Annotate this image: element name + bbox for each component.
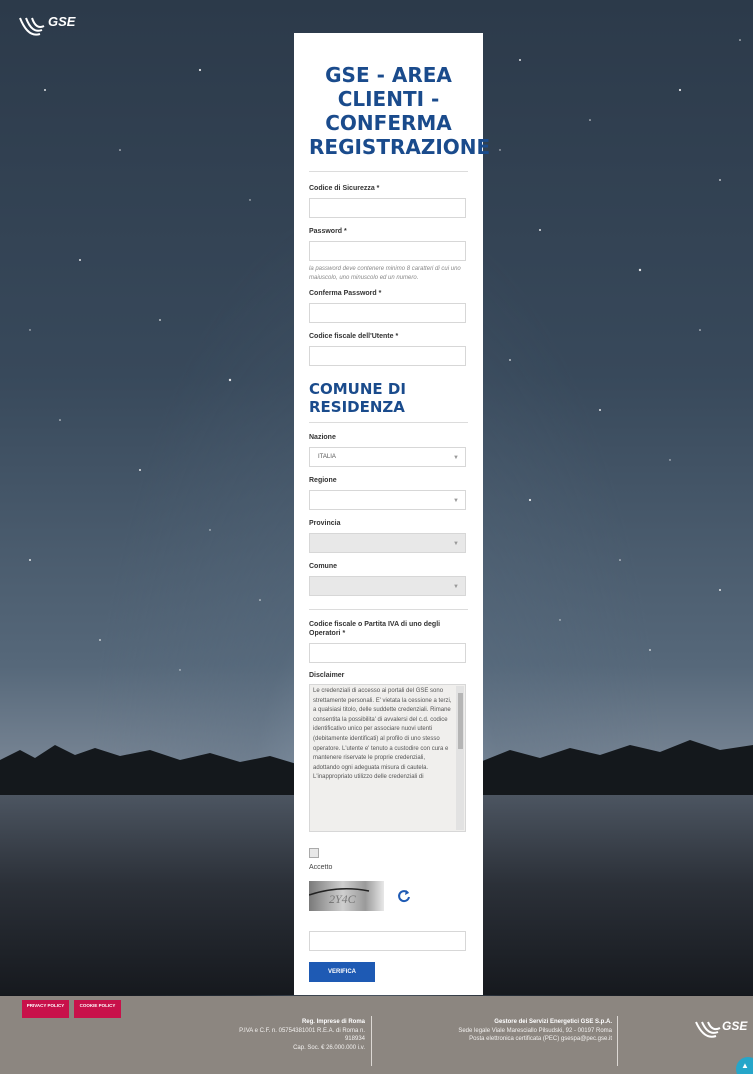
scrollbar-thumb[interactable] bbox=[458, 693, 463, 749]
disclaimer-label: Disclaimer bbox=[309, 672, 345, 679]
comune-select[interactable]: ▼ bbox=[309, 576, 466, 596]
footer: PRIVACY POLICY COOKIE POLICY Reg. Impres… bbox=[0, 996, 753, 1074]
captcha-row: 2Y4C bbox=[309, 881, 468, 911]
codice-fiscale-utente-input[interactable] bbox=[309, 346, 466, 366]
svg-text:GSE: GSE bbox=[48, 14, 76, 29]
codice-fiscale-utente-label: Codice fiscale dell'Utente * bbox=[309, 333, 399, 340]
captcha-image: 2Y4C bbox=[309, 881, 384, 911]
captcha-input[interactable] bbox=[309, 931, 466, 951]
footer-registry-info: Reg. Imprese di Roma P.IVA e C.F. n. 057… bbox=[200, 1018, 365, 1052]
section-comune-di-residenza: COMUNE DI RESIDENZA bbox=[309, 380, 406, 416]
chevron-down-icon: ▼ bbox=[453, 498, 459, 504]
nazione-label: Nazione bbox=[309, 434, 336, 441]
refresh-icon[interactable] bbox=[397, 889, 411, 903]
footer-divider bbox=[371, 1016, 372, 1066]
registration-card: GSE - AREA CLIENTI - CONFERMA REGISTRAZI… bbox=[294, 33, 491, 995]
cookie-policy-button[interactable]: COOKIE POLICY bbox=[74, 1000, 121, 1018]
codice-sicurezza-label: Codice di Sicurezza * bbox=[309, 185, 380, 192]
codice-sicurezza-input[interactable] bbox=[309, 198, 466, 218]
footer-reg-line3: Cap. Soc. € 26.000.000 i.v. bbox=[293, 1044, 365, 1051]
footer-reg-title: Reg. Imprese di Roma bbox=[301, 1019, 365, 1025]
footer-company-title: Gestore dei Servizi Energetici GSE S.p.A… bbox=[494, 1019, 612, 1025]
footer-reg-line2: 918934 bbox=[344, 1036, 365, 1042]
chevron-up-icon: ▲ bbox=[741, 1061, 749, 1070]
verifica-button[interactable]: VERIFICA bbox=[309, 962, 375, 982]
disclaimer-text: Le credenziali di accesso ai portali del… bbox=[313, 688, 452, 781]
privacy-policy-button[interactable]: PRIVACY POLICY bbox=[22, 1000, 69, 1018]
svg-text:GSE: GSE bbox=[722, 1019, 748, 1033]
password-hint: la password deve contenere minimo 8 cara… bbox=[309, 266, 461, 281]
nazione-value: ITALIA bbox=[318, 454, 336, 460]
chevron-down-icon: ▼ bbox=[453, 584, 459, 590]
provincia-label: Provincia bbox=[309, 520, 341, 527]
page-title: GSE - AREA CLIENTI - CONFERMA REGISTRAZI… bbox=[309, 63, 491, 159]
operatori-label: Codice fiscale o Partita IVA di uno degl… bbox=[309, 621, 441, 637]
conferma-password-input[interactable] bbox=[309, 303, 466, 323]
footer-company-line1: Sede legale Viale Maresciallo Pilsudski,… bbox=[458, 1027, 612, 1034]
regione-select[interactable]: ▼ bbox=[309, 490, 466, 510]
password-label: Password * bbox=[309, 228, 347, 235]
nazione-select[interactable]: ITALIA ▼ bbox=[309, 447, 466, 467]
accetto-checkbox[interactable] bbox=[309, 848, 319, 858]
gse-logo: GSE bbox=[695, 1019, 748, 1038]
footer-divider bbox=[617, 1016, 618, 1066]
accetto-label: Accetto bbox=[309, 864, 333, 871]
footer-company-line2: Posta elettronica certificata (PEC) gses… bbox=[469, 1036, 612, 1042]
svg-text:2Y4C: 2Y4C bbox=[329, 892, 357, 906]
password-input[interactable] bbox=[309, 241, 466, 261]
scroll-to-top-button[interactable]: ▲ bbox=[736, 1057, 753, 1074]
divider bbox=[309, 609, 468, 610]
chevron-down-icon: ▼ bbox=[453, 541, 459, 547]
comune-label: Comune bbox=[309, 563, 337, 570]
divider bbox=[309, 171, 468, 172]
disclaimer-textarea[interactable]: Le credenziali di accesso ai portali del… bbox=[309, 684, 466, 832]
chevron-down-icon: ▼ bbox=[453, 455, 459, 461]
footer-reg-line1: P.IVA e C.F. n. 05754381001 R.E.A. di Ro… bbox=[239, 1027, 365, 1034]
operatori-input[interactable] bbox=[309, 643, 466, 663]
regione-label: Regione bbox=[309, 477, 337, 484]
footer-company-info: Gestore dei Servizi Energetici GSE S.p.A… bbox=[400, 1018, 612, 1044]
conferma-password-label: Conferma Password * bbox=[309, 290, 382, 297]
gse-logo: GSE bbox=[19, 14, 76, 36]
divider bbox=[309, 422, 468, 423]
provincia-select[interactable]: ▼ bbox=[309, 533, 466, 553]
